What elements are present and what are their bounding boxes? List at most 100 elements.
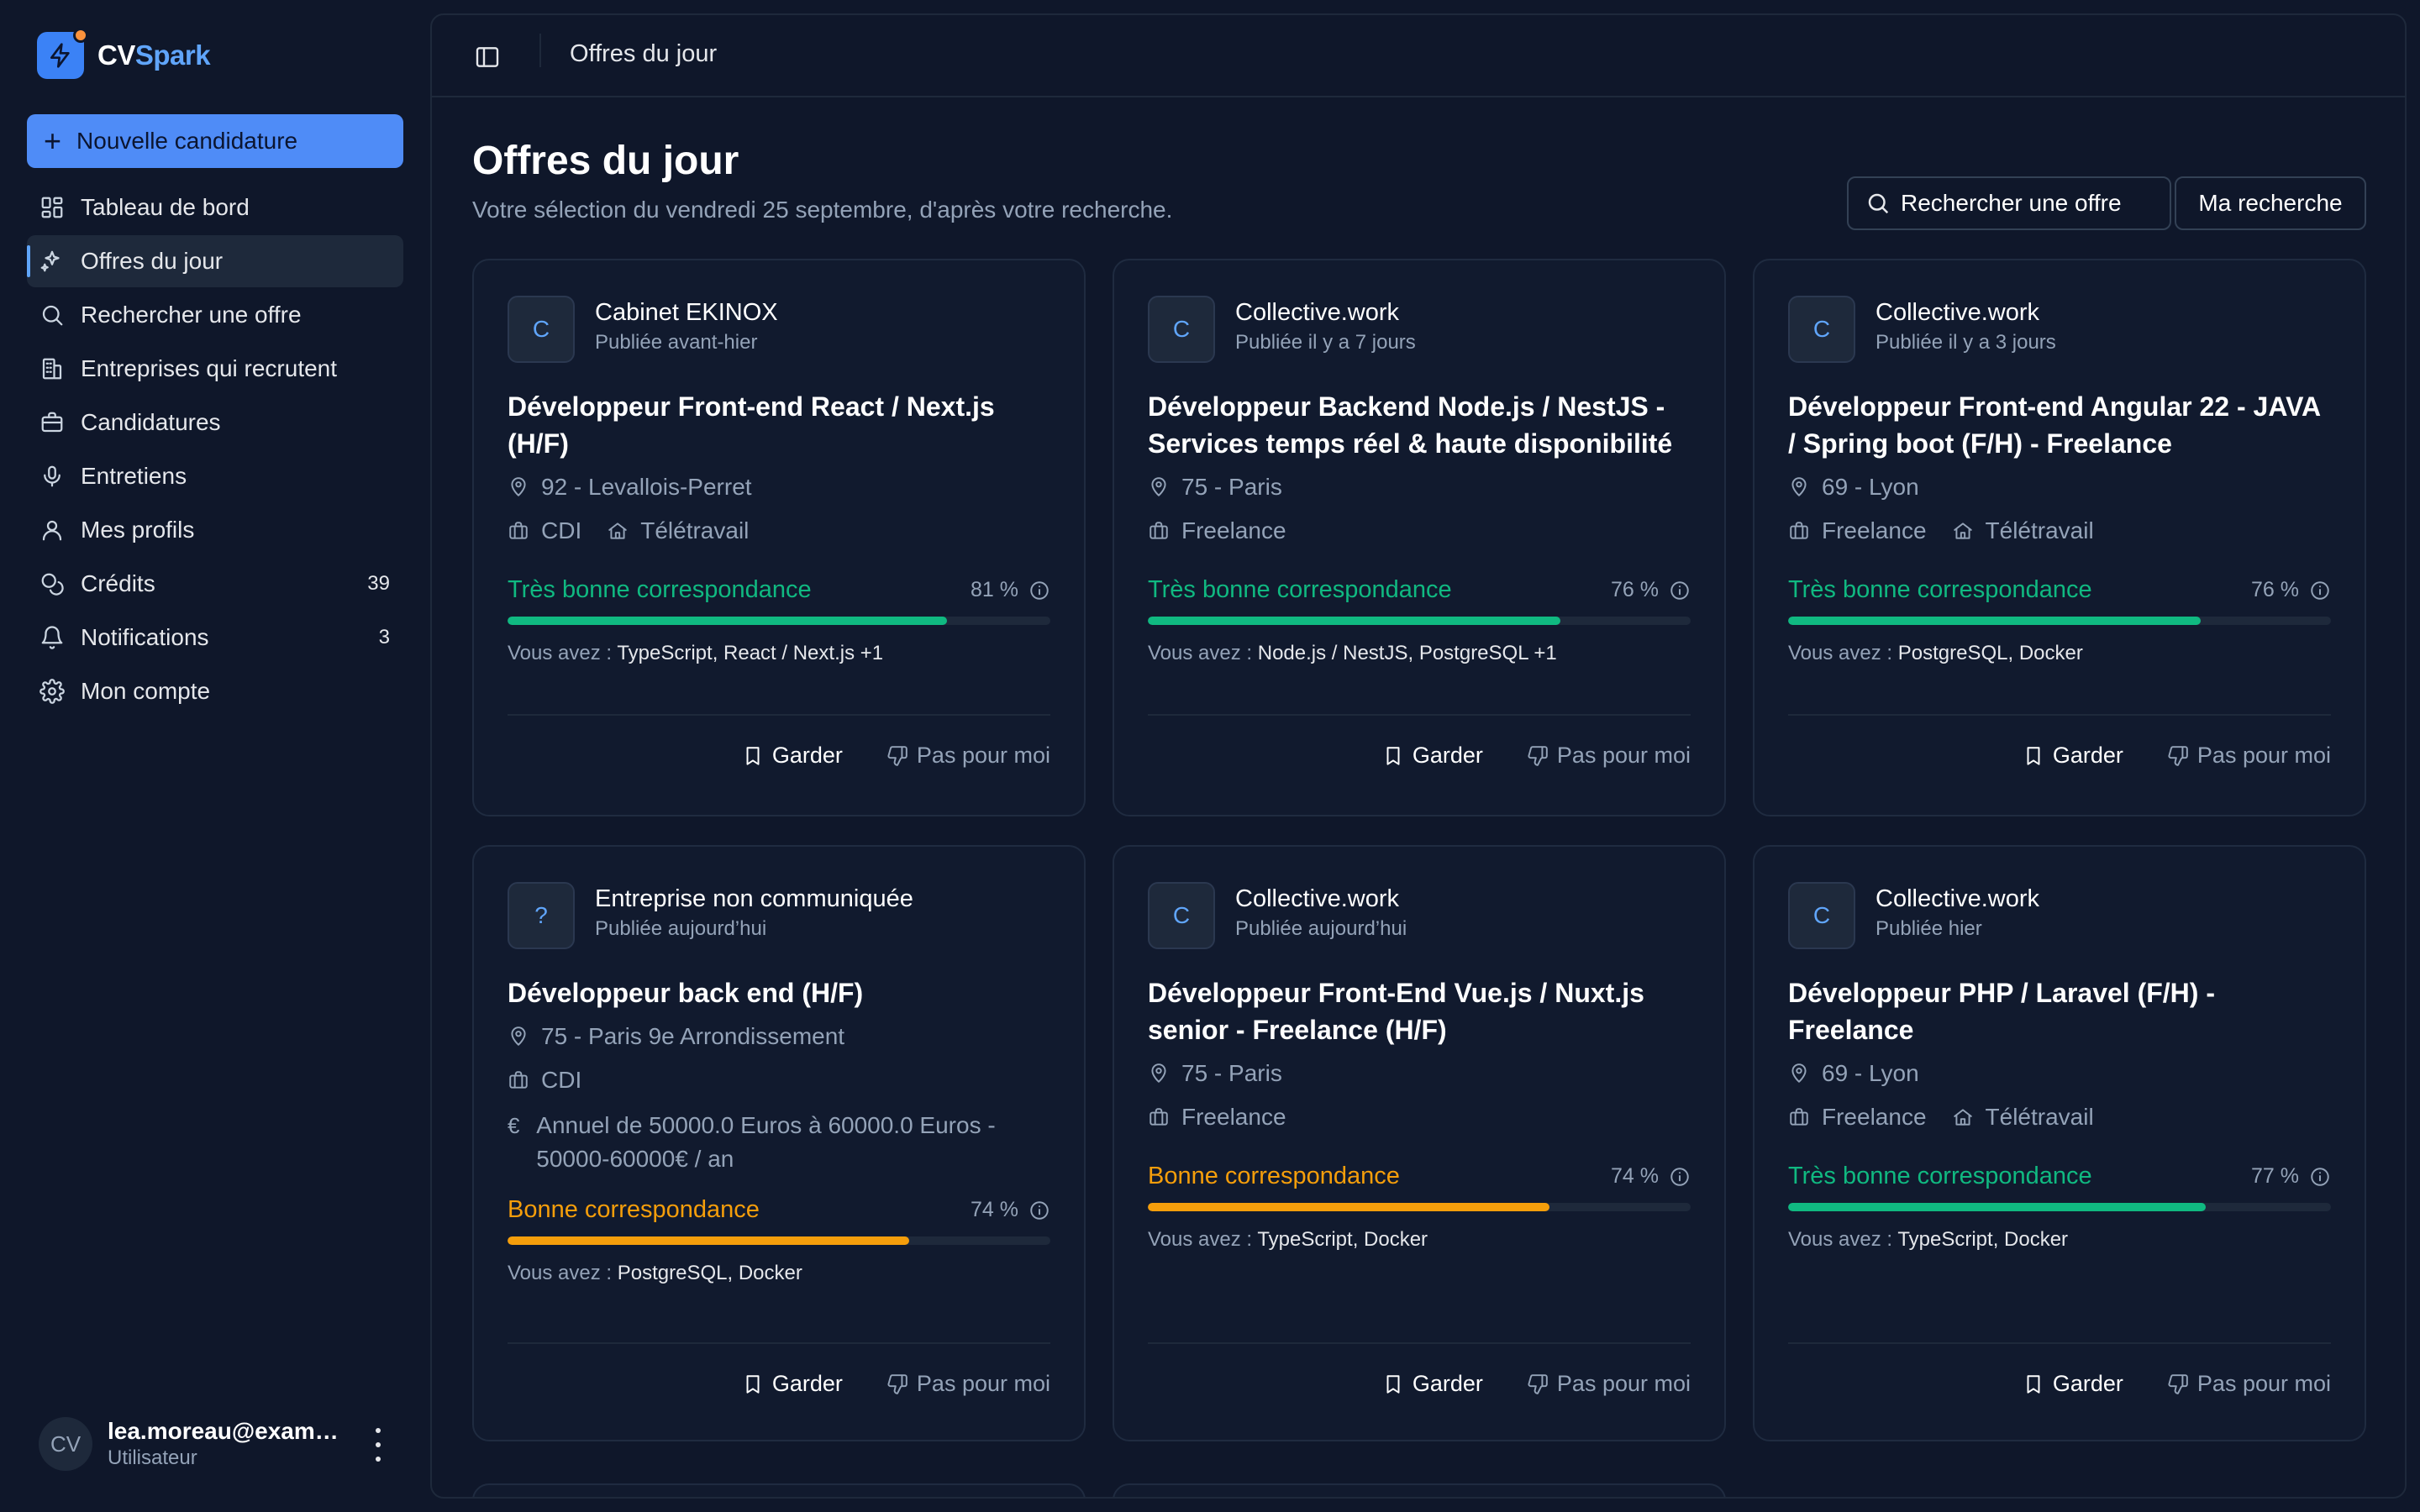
card-actions: Garder Pas pour moi [1382,1371,1691,1397]
not-for-me-button[interactable]: Pas pour moi [886,743,1050,769]
offer-card-partial[interactable] [472,1483,1086,1497]
offer-card[interactable]: C Collective.work Publiée il y a 7 jours… [1113,259,1726,816]
app-logo[interactable]: CVSpark [37,28,211,79]
plus-icon: + [44,123,62,158]
sidebar-item-bell[interactable]: Notifications 3 [27,612,403,664]
not-for-me-button[interactable]: Pas pour moi [2167,1371,2331,1397]
sidebar-item-mic[interactable]: Entretiens [27,450,403,502]
keep-button[interactable]: Garder [1382,743,1483,769]
job-title[interactable]: Développeur Front-end React / Next.js (H… [508,388,1054,462]
page-subtitle: Votre sélection du vendredi 25 septembre… [472,197,1173,223]
skills-value: TypeScript, Docker [1897,1228,2069,1251]
card-divider [1788,714,2331,716]
home-icon [607,520,640,542]
offer-card[interactable]: ? Entreprise non communiquée Publiée auj… [472,845,1086,1441]
job-title[interactable]: Développeur Front-End Vue.js / Nuxt.js s… [1148,974,1694,1048]
sidebar-item-label: Tableau de bord [81,194,250,220]
job-title[interactable]: Développeur Backend Node.js / NestJS - S… [1148,388,1694,462]
not-for-me-button[interactable]: Pas pour moi [1527,1371,1691,1397]
bookmark-icon [1382,1373,1413,1395]
match-progress-fill [1148,617,1560,625]
match-progress-bar [508,617,1050,625]
offer-card[interactable]: C Cabinet EKINOX Publiée avant-hier Déve… [472,259,1086,816]
thumbs-down-icon [1527,745,1557,767]
contract-type: Freelance [1822,517,1927,543]
not-for-me-button[interactable]: Pas pour moi [1527,743,1691,769]
posted-date: Publiée avant-hier [595,331,758,354]
job-title[interactable]: Développeur back end (H/F) [508,974,1054,1011]
info-icon [1018,580,1050,601]
user-panel[interactable]: CV lea.moreau@example.com Utilisateur [39,1416,400,1472]
keep-button[interactable]: Garder [742,1371,843,1397]
job-title[interactable]: Développeur Front-end Angular 22 - JAVA … [1788,388,2334,462]
matched-skills: Vous avez : TypeScript, React / Next.js … [508,642,883,665]
user-role: Utilisateur [108,1446,197,1469]
sidebar-item-search[interactable]: Rechercher une offre [27,289,403,341]
location-text: 92 - Levallois-Perret [541,474,752,500]
company-name: Entreprise non communiquée [595,885,913,912]
offer-card-partial[interactable] [1113,1483,1726,1497]
offer-card[interactable]: C Collective.work Publiée aujourd’hui Dé… [1113,845,1726,1441]
sidebar-item-user[interactable]: Mes profils [27,504,403,556]
not-for-me-label: Pas pour moi [916,1371,1050,1396]
matched-skills: Vous avez : TypeScript, Docker [1148,1228,1428,1252]
matched-skills: Vous avez : Node.js / NestJS, PostgreSQL… [1148,642,1557,665]
sidebar-item-dashboard[interactable]: Tableau de bord [27,181,403,234]
skills-label: Vous avez : [1148,642,1253,664]
sidebar-item-gear[interactable]: Mon compte [27,665,403,717]
contract-type: Freelance [1181,517,1286,543]
job-title[interactable]: Développeur PHP / Laravel (F/H) - Freela… [1788,974,2334,1048]
home-icon [1952,520,1986,542]
sidebar-item-sparkles[interactable]: Offres du jour [27,235,403,287]
sidebar-item-building[interactable]: Entreprises qui recrutent [27,343,403,395]
match-label: Très bonne correspondance [1788,576,2092,603]
keep-button[interactable]: Garder [2023,743,2123,769]
info-icon [1018,1200,1050,1221]
keep-label: Garder [2052,1371,2123,1396]
card-actions: Garder Pas pour moi [2023,1371,2331,1397]
not-for-me-button[interactable]: Pas pour moi [886,1371,1050,1397]
sidebar-item-briefcase[interactable]: Candidatures [27,396,403,449]
search-offer-button[interactable]: Rechercher une offre [1847,176,2171,230]
info-icon [2299,1166,2331,1188]
keep-button[interactable]: Garder [1382,1371,1483,1397]
sidebar-item-coins[interactable]: Crédits 39 [27,558,403,610]
sidebar-item-label: Mon compte [81,678,211,704]
company-logo: C [1148,882,1215,949]
sparkles-icon [39,249,65,274]
match-percentage: 81 % [971,578,1050,602]
job-meta: Freelance [1148,1104,1286,1131]
job-location: 75 - Paris [1148,1060,1282,1087]
main-panel: Offres du jour Offres du jour Votre séle… [430,13,2407,1499]
offer-card[interactable]: C Collective.work Publiée hier Développe… [1753,845,2366,1441]
my-search-button[interactable]: Ma recherche [2175,176,2366,230]
briefcase-icon [1148,1106,1181,1128]
company-name: Cabinet EKINOX [595,299,778,326]
matched-skills: Vous avez : PostgreSQL, Docker [1788,642,2083,665]
posted-date: Publiée il y a 3 jours [1876,331,2056,354]
card-actions: Garder Pas pour moi [2023,743,2331,769]
sidebar-toggle-icon[interactable] [474,44,501,71]
job-meta: Freelance Télétravail [1788,517,2094,544]
posted-date: Publiée hier [1876,917,1982,940]
match-label: Très bonne correspondance [1788,1163,2092,1189]
new-application-button[interactable]: + Nouvelle candidature [27,114,403,168]
thumbs-down-icon [1527,1373,1557,1395]
remote-tag: Télétravail [1985,517,2094,543]
match-label: Très bonne correspondance [508,576,812,603]
not-for-me-label: Pas pour moi [2196,1371,2331,1396]
not-for-me-button[interactable]: Pas pour moi [2167,743,2331,769]
keep-button[interactable]: Garder [742,743,843,769]
bookmark-icon [2023,1373,2053,1395]
offer-card[interactable]: C Collective.work Publiée il y a 3 jours… [1753,259,2366,816]
sidebar-item-label: Mes profils [81,517,195,543]
bookmark-icon [742,745,772,767]
not-for-me-label: Pas pour moi [1556,1371,1691,1396]
more-vertical-icon[interactable] [368,1428,388,1462]
thumbs-down-icon [886,1373,917,1395]
briefcase-icon [39,410,65,435]
keep-button[interactable]: Garder [2023,1371,2123,1397]
company-name: Collective.work [1876,885,2039,912]
coins-icon [39,571,65,596]
card-divider [1148,714,1691,716]
